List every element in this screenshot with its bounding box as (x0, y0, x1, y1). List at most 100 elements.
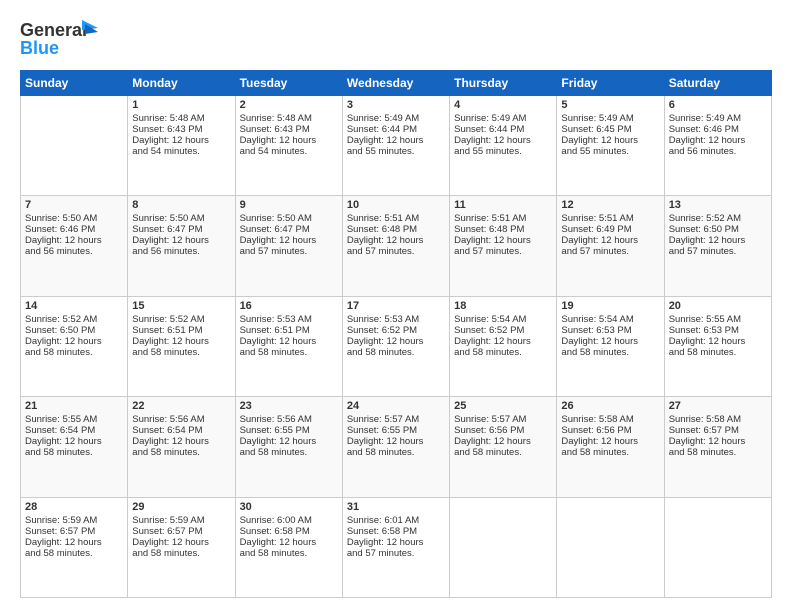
day-info: Sunrise: 5:57 AM (454, 414, 552, 425)
calendar-table: SundayMondayTuesdayWednesdayThursdayFrid… (20, 70, 772, 598)
header: GeneralBlue (20, 18, 772, 60)
day-info: Sunrise: 5:59 AM (132, 515, 230, 526)
day-info: Sunset: 6:57 PM (132, 526, 230, 537)
calendar-cell: 4Sunrise: 5:49 AMSunset: 6:44 PMDaylight… (450, 96, 557, 196)
col-header-sunday: Sunday (21, 71, 128, 96)
day-info: Daylight: 12 hours (454, 235, 552, 246)
day-info: Sunset: 6:43 PM (132, 124, 230, 135)
day-info: Sunset: 6:50 PM (669, 224, 767, 235)
day-info: and 57 minutes. (240, 246, 338, 257)
col-header-friday: Friday (557, 71, 664, 96)
calendar-cell: 28Sunrise: 5:59 AMSunset: 6:57 PMDayligh… (21, 497, 128, 597)
calendar-cell: 17Sunrise: 5:53 AMSunset: 6:52 PMDayligh… (342, 296, 449, 396)
day-info: Daylight: 12 hours (132, 235, 230, 246)
col-header-tuesday: Tuesday (235, 71, 342, 96)
day-info: and 57 minutes. (454, 246, 552, 257)
day-number: 23 (240, 400, 338, 412)
calendar-cell: 23Sunrise: 5:56 AMSunset: 6:55 PMDayligh… (235, 397, 342, 497)
calendar-week-5: 28Sunrise: 5:59 AMSunset: 6:57 PMDayligh… (21, 497, 772, 597)
day-info: Sunrise: 5:53 AM (240, 314, 338, 325)
col-header-monday: Monday (128, 71, 235, 96)
day-info: and 57 minutes. (347, 548, 445, 559)
calendar-cell: 16Sunrise: 5:53 AMSunset: 6:51 PMDayligh… (235, 296, 342, 396)
day-info: Sunset: 6:45 PM (561, 124, 659, 135)
calendar-cell: 13Sunrise: 5:52 AMSunset: 6:50 PMDayligh… (664, 196, 771, 296)
calendar-cell (557, 497, 664, 597)
day-info: Sunset: 6:54 PM (132, 425, 230, 436)
day-info: Sunrise: 5:57 AM (347, 414, 445, 425)
day-info: Daylight: 12 hours (347, 235, 445, 246)
day-number: 8 (132, 199, 230, 211)
day-info: Sunset: 6:46 PM (669, 124, 767, 135)
day-number: 2 (240, 99, 338, 111)
day-number: 25 (454, 400, 552, 412)
day-info: Sunrise: 5:52 AM (669, 213, 767, 224)
day-info: Sunrise: 5:58 AM (561, 414, 659, 425)
day-info: Sunset: 6:51 PM (132, 325, 230, 336)
day-number: 28 (25, 501, 123, 513)
day-info: and 58 minutes. (347, 447, 445, 458)
day-info: Sunrise: 5:50 AM (240, 213, 338, 224)
day-number: 27 (669, 400, 767, 412)
day-info: Sunrise: 5:49 AM (347, 113, 445, 124)
day-info: Sunrise: 5:52 AM (132, 314, 230, 325)
calendar-cell: 31Sunrise: 6:01 AMSunset: 6:58 PMDayligh… (342, 497, 449, 597)
day-info: Daylight: 12 hours (561, 436, 659, 447)
day-info: Sunset: 6:48 PM (454, 224, 552, 235)
day-number: 12 (561, 199, 659, 211)
day-info: Daylight: 12 hours (240, 436, 338, 447)
day-info: Sunset: 6:57 PM (25, 526, 123, 537)
calendar-cell: 11Sunrise: 5:51 AMSunset: 6:48 PMDayligh… (450, 196, 557, 296)
day-info: and 58 minutes. (25, 548, 123, 559)
day-number: 4 (454, 99, 552, 111)
day-info: Sunrise: 5:53 AM (347, 314, 445, 325)
day-info: Sunrise: 5:49 AM (561, 113, 659, 124)
logo-svg: GeneralBlue (20, 18, 100, 60)
day-info: Sunrise: 5:59 AM (25, 515, 123, 526)
calendar-cell: 12Sunrise: 5:51 AMSunset: 6:49 PMDayligh… (557, 196, 664, 296)
day-number: 3 (347, 99, 445, 111)
day-number: 22 (132, 400, 230, 412)
calendar-cell: 30Sunrise: 6:00 AMSunset: 6:58 PMDayligh… (235, 497, 342, 597)
day-info: Daylight: 12 hours (454, 336, 552, 347)
day-info: Daylight: 12 hours (240, 336, 338, 347)
day-info: and 58 minutes. (240, 347, 338, 358)
calendar-cell (664, 497, 771, 597)
col-header-wednesday: Wednesday (342, 71, 449, 96)
day-info: Sunset: 6:49 PM (561, 224, 659, 235)
day-info: and 58 minutes. (669, 347, 767, 358)
day-number: 21 (25, 400, 123, 412)
col-header-thursday: Thursday (450, 71, 557, 96)
day-info: and 54 minutes. (240, 146, 338, 157)
day-info: and 57 minutes. (561, 246, 659, 257)
day-info: Sunset: 6:58 PM (240, 526, 338, 537)
calendar-cell: 6Sunrise: 5:49 AMSunset: 6:46 PMDaylight… (664, 96, 771, 196)
logo: GeneralBlue (20, 18, 100, 60)
day-info: and 58 minutes. (669, 447, 767, 458)
calendar-cell: 1Sunrise: 5:48 AMSunset: 6:43 PMDaylight… (128, 96, 235, 196)
day-info: Sunrise: 5:56 AM (132, 414, 230, 425)
svg-text:General: General (20, 20, 87, 40)
day-info: Sunset: 6:52 PM (347, 325, 445, 336)
day-info: Daylight: 12 hours (561, 135, 659, 146)
day-number: 15 (132, 300, 230, 312)
day-info: and 58 minutes. (561, 447, 659, 458)
calendar-cell: 25Sunrise: 5:57 AMSunset: 6:56 PMDayligh… (450, 397, 557, 497)
day-info: Daylight: 12 hours (561, 336, 659, 347)
day-info: Daylight: 12 hours (561, 235, 659, 246)
day-info: Sunset: 6:54 PM (25, 425, 123, 436)
day-info: Daylight: 12 hours (240, 537, 338, 548)
svg-text:Blue: Blue (20, 38, 59, 58)
day-info: Sunset: 6:52 PM (454, 325, 552, 336)
day-number: 13 (669, 199, 767, 211)
day-info: and 58 minutes. (454, 347, 552, 358)
calendar-cell: 26Sunrise: 5:58 AMSunset: 6:56 PMDayligh… (557, 397, 664, 497)
day-info: Sunrise: 5:50 AM (25, 213, 123, 224)
day-info: Daylight: 12 hours (240, 135, 338, 146)
calendar-cell: 27Sunrise: 5:58 AMSunset: 6:57 PMDayligh… (664, 397, 771, 497)
day-info: Daylight: 12 hours (669, 436, 767, 447)
calendar-cell: 29Sunrise: 5:59 AMSunset: 6:57 PMDayligh… (128, 497, 235, 597)
day-info: Sunset: 6:47 PM (132, 224, 230, 235)
day-info: and 58 minutes. (454, 447, 552, 458)
day-info: Sunset: 6:56 PM (561, 425, 659, 436)
